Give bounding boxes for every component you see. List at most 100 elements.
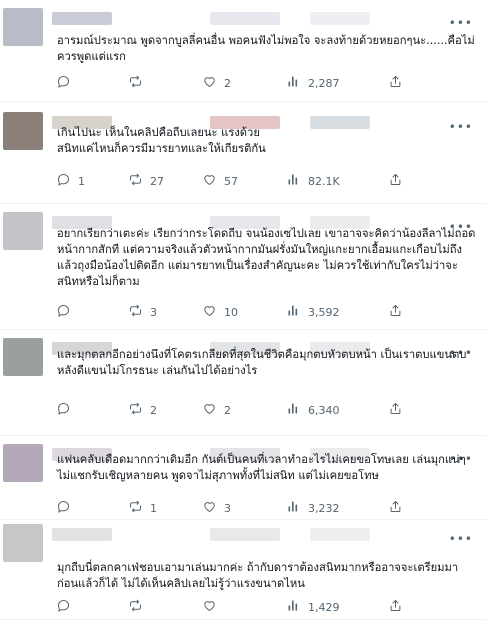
avatar[interactable] (3, 524, 43, 562)
like-button[interactable]: 57 (202, 171, 238, 191)
blurred-username (52, 528, 112, 541)
like-button[interactable]: 3 (202, 498, 231, 518)
avatar[interactable] (3, 444, 43, 482)
heart-icon (202, 499, 217, 517)
action-bar: 3 10 3,592 (52, 302, 412, 322)
heart-icon (202, 74, 217, 92)
heart-icon (202, 598, 217, 616)
blurred-username (210, 528, 280, 541)
reply-text: และมุกตลกอีกอย่างนึงที่โคตรเกลียดที่สุดใ… (57, 348, 467, 377)
share-icon (388, 598, 403, 616)
reply-text: อารมณ์ประมาณ พูดจากบูลลี่คนอื่น พอคนฟังไ… (57, 34, 475, 63)
reply-icon (56, 74, 71, 92)
repost-icon (128, 499, 143, 517)
reply-button[interactable]: 1 (56, 171, 85, 191)
reply-icon (56, 172, 71, 190)
view-count: 3,232 (308, 501, 340, 515)
reply-icon (56, 499, 71, 517)
repost-icon (128, 401, 143, 419)
reply-button[interactable] (56, 302, 78, 322)
share-button[interactable] (388, 400, 403, 420)
view-count: 2,287 (308, 76, 340, 90)
views-chart-icon (286, 598, 301, 616)
avatar[interactable] (3, 212, 43, 250)
blurred-username (310, 528, 370, 541)
like-button[interactable]: 10 (202, 302, 238, 322)
like-count: 57 (224, 174, 238, 188)
heart-icon (202, 172, 217, 190)
views-chart-icon (286, 401, 301, 419)
action-bar: 2 2,287 (52, 73, 412, 93)
views-button[interactable]: 3,592 (286, 302, 340, 322)
heart-icon (202, 401, 217, 419)
share-button[interactable] (388, 171, 403, 191)
reply-post[interactable]: ••• เกินไปนะ เห็นในคลิปคือถีบเลยนะ แรงด้ว… (0, 102, 487, 204)
repost-icon (128, 303, 143, 321)
views-chart-icon (286, 499, 301, 517)
repost-button[interactable]: 3 (128, 302, 157, 322)
view-count: 82.1K (308, 174, 340, 188)
avatar[interactable] (3, 112, 43, 150)
like-button[interactable]: 2 (202, 73, 231, 93)
more-options-icon[interactable]: ••• (449, 17, 473, 29)
views-button[interactable]: 6,340 (286, 400, 340, 420)
repost-count: 2 (150, 403, 157, 417)
reply-post[interactable]: ••• อยากเรียกว่าเตะค่ะ เรียกว่ากระโดดถีบ … (0, 204, 487, 330)
like-count: 2 (224, 403, 231, 417)
blurred-username (310, 12, 370, 25)
avatar[interactable] (3, 338, 43, 376)
repost-button[interactable] (128, 597, 150, 617)
reply-text: มุกถีบนี่ตลกคาเฟ่ชอบเอามาเล่นมากค่ะ ถ้าก… (57, 561, 459, 590)
view-count: 3,592 (308, 305, 340, 319)
repost-icon (128, 598, 143, 616)
heart-icon (202, 303, 217, 321)
action-bar: 1,429 (52, 597, 412, 617)
avatar[interactable] (3, 8, 43, 46)
repost-icon (128, 74, 143, 92)
share-icon (388, 74, 403, 92)
views-button[interactable]: 2,287 (286, 73, 340, 93)
reply-post[interactable]: ••• แฟนคลับเดือดมากกว่าเดิมอีก กันต์เป็นค… (0, 436, 487, 520)
action-bar: 2 2 6,340 (52, 400, 412, 420)
repost-icon (128, 172, 143, 190)
views-chart-icon (286, 303, 301, 321)
views-button[interactable]: 1,429 (286, 597, 340, 617)
like-button[interactable] (202, 597, 224, 617)
views-button[interactable]: 82.1K (286, 171, 340, 191)
repost-button[interactable]: 1 (128, 498, 157, 518)
view-count: 6,340 (308, 403, 340, 417)
reply-count: 1 (78, 174, 85, 188)
more-options-icon[interactable]: ••• (449, 533, 473, 545)
repost-button[interactable]: 27 (128, 171, 164, 191)
share-button[interactable] (388, 597, 403, 617)
view-count: 1,429 (308, 600, 340, 614)
like-count: 10 (224, 305, 238, 319)
views-chart-icon (286, 74, 301, 92)
share-icon (388, 303, 403, 321)
reply-text: แฟนคลับเดือดมากกว่าเดิมอีก กันต์เป็นคนที… (57, 453, 466, 482)
share-button[interactable] (388, 73, 403, 93)
reply-button[interactable] (56, 597, 78, 617)
reply-post[interactable]: ••• และมุกตลกอีกอย่างนึงที่โคตรเกลียดที่ส… (0, 330, 487, 436)
views-button[interactable]: 3,232 (286, 498, 340, 518)
share-icon (388, 401, 403, 419)
like-button[interactable]: 2 (202, 400, 231, 420)
like-count: 2 (224, 76, 231, 90)
repost-button[interactable]: 2 (128, 400, 157, 420)
action-bar: 1 3 3,232 (52, 498, 412, 518)
reply-button[interactable] (56, 498, 78, 518)
share-button[interactable] (388, 302, 403, 322)
reply-button[interactable] (56, 73, 78, 93)
action-bar: 1 27 57 82.1K (52, 171, 412, 191)
reply-post[interactable]: ••• อารมณ์ประมาณ พูดจากบูลลี่คนอื่น พอคนฟ… (0, 0, 487, 102)
reply-icon (56, 303, 71, 321)
repost-button[interactable] (128, 73, 150, 93)
reply-text: เกินไปนะ เห็นในคลิปคือถีบเลยนะ แรงด้วย ส… (57, 126, 266, 155)
blurred-username (210, 12, 280, 25)
share-button[interactable] (388, 498, 403, 518)
reply-post[interactable]: ••• มุกถีบนี่ตลกคาเฟ่ชอบเอามาเล่นมากค่ะ ถ… (0, 520, 487, 620)
reply-button[interactable] (56, 400, 78, 420)
reply-icon (56, 598, 71, 616)
repost-count: 1 (150, 501, 157, 515)
repost-count: 3 (150, 305, 157, 319)
